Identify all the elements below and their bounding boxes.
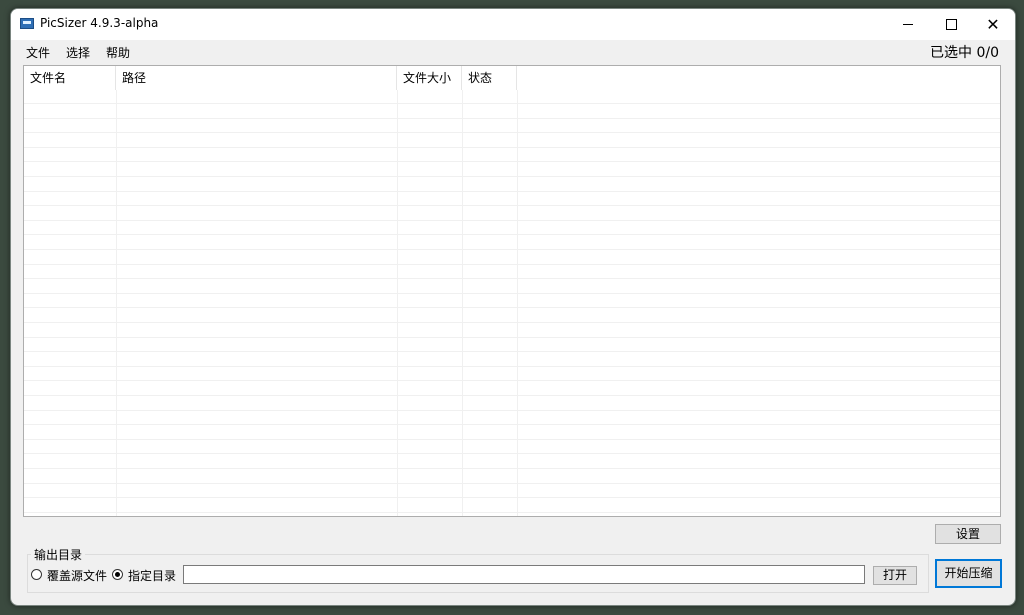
grid-row-line <box>24 424 1000 425</box>
grid-row-line <box>24 453 1000 454</box>
app-window: PicSizer 4.9.3-alpha ✕ 文件 选择 帮助 已选中 0/0 … <box>10 8 1016 606</box>
title-bar[interactable]: PicSizer 4.9.3-alpha ✕ <box>11 9 1015 40</box>
grid-row-line <box>24 103 1000 104</box>
window-title: PicSizer 4.9.3-alpha <box>40 16 159 30</box>
list-header: 文件名 路径 文件大小 状态 <box>24 66 1000 90</box>
maximize-button[interactable] <box>929 9 973 40</box>
grid-row-line <box>24 497 1000 498</box>
menu-help[interactable]: 帮助 <box>106 44 130 61</box>
grid-row-line <box>24 176 1000 177</box>
maximize-icon <box>945 19 957 30</box>
grid-row-line <box>24 395 1000 396</box>
grid-row-line <box>24 161 1000 162</box>
grid-row-line <box>24 118 1000 119</box>
grid-row-line <box>24 468 1000 469</box>
column-header-path[interactable]: 路径 <box>116 66 397 90</box>
output-directory-input[interactable] <box>183 565 865 584</box>
menu-bar: 文件 选择 帮助 已选中 0/0 <box>11 40 1015 62</box>
grid-row-line <box>24 351 1000 352</box>
grid-row-line <box>24 264 1000 265</box>
grid-row-line <box>24 132 1000 133</box>
grid-row-line <box>24 278 1000 279</box>
column-header-size[interactable]: 文件大小 <box>397 66 462 90</box>
grid-row-line <box>24 191 1000 192</box>
overwrite-source-label[interactable]: 覆盖源文件 <box>47 567 107 584</box>
minimize-button[interactable] <box>886 9 930 40</box>
start-compress-button[interactable]: 开始压缩 <box>935 559 1002 588</box>
grid-column-line <box>462 90 463 516</box>
menu-file[interactable]: 文件 <box>26 44 50 61</box>
column-header-filename[interactable]: 文件名 <box>24 66 116 90</box>
open-directory-button[interactable]: 打开 <box>873 566 917 585</box>
grid-row-line <box>24 366 1000 367</box>
grid-row-line <box>24 337 1000 338</box>
minimize-icon <box>903 24 913 25</box>
grid-row-line <box>24 380 1000 381</box>
grid-row-line <box>24 322 1000 323</box>
grid-row-line <box>24 512 1000 513</box>
grid-row-line <box>24 483 1000 484</box>
grid-row-line <box>24 249 1000 250</box>
specify-directory-radio[interactable] <box>112 569 123 580</box>
close-button[interactable]: ✕ <box>971 9 1015 40</box>
overwrite-source-radio[interactable] <box>31 569 42 580</box>
picture-icon <box>20 18 34 29</box>
column-header-status[interactable]: 状态 <box>462 66 517 90</box>
file-list[interactable]: 文件名 路径 文件大小 状态 <box>23 65 1001 517</box>
output-directory-label: 输出目录 <box>31 546 86 563</box>
grid-row-line <box>24 147 1000 148</box>
grid-row-line <box>24 410 1000 411</box>
settings-button[interactable]: 设置 <box>935 524 1001 544</box>
grid-row-line <box>24 220 1000 221</box>
grid-row-line <box>24 293 1000 294</box>
grid-row-line <box>24 205 1000 206</box>
grid-row-line <box>24 439 1000 440</box>
selected-count: 已选中 0/0 <box>930 45 999 61</box>
grid-row-line <box>24 234 1000 235</box>
menu-select[interactable]: 选择 <box>66 44 90 61</box>
grid-column-line <box>517 90 518 516</box>
grid-column-line <box>397 90 398 516</box>
specify-directory-label[interactable]: 指定目录 <box>128 567 176 584</box>
grid-row-line <box>24 307 1000 308</box>
close-icon: ✕ <box>986 14 1000 34</box>
grid-column-line <box>116 90 117 516</box>
